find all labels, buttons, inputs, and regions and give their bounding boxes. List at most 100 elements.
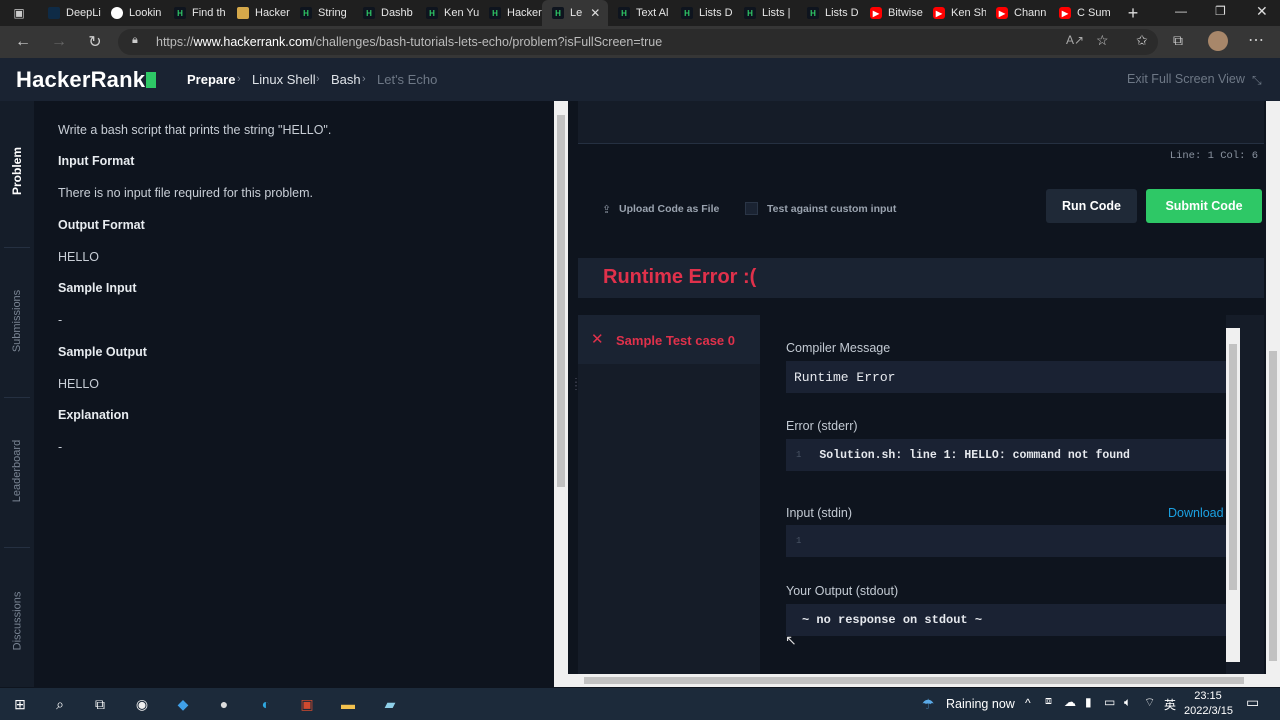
- collections-icon[interactable]: ⧉: [1173, 32, 1183, 49]
- maximize-icon[interactable]: ❐: [1215, 4, 1226, 18]
- tab-label: Bitwise: [888, 7, 923, 19]
- back-icon[interactable]: ←: [5, 26, 41, 58]
- tab-list: DeepLi Lookin H Find th Hacker H String H Dashb H…: [38, 0, 1118, 26]
- rail-tab-leaderboard[interactable]: Leaderboard: [0, 440, 34, 502]
- hackerrank-logo[interactable]: HackerRank: [16, 67, 157, 93]
- scrollbar-thumb[interactable]: [1229, 344, 1237, 590]
- wifi-icon[interactable]: ⌔: [1144, 695, 1155, 710]
- collapse-icon[interactable]: ⤡: [1252, 73, 1262, 88]
- horizontal-scrollbar[interactable]: [568, 674, 1266, 687]
- upload-code-link[interactable]: Upload Code as File: [619, 203, 719, 215]
- browser-tab[interactable]: H Lists D: [671, 0, 734, 26]
- tab-label: Find th: [192, 7, 226, 19]
- tab-label: C Sum: [1077, 7, 1111, 19]
- problem-statement: Write a bash script that prints the stri…: [58, 123, 332, 137]
- tab-label: Lookin: [129, 7, 162, 19]
- code-editor[interactable]: [578, 101, 1264, 143]
- browser-tab[interactable]: H Ken Yu: [416, 0, 479, 26]
- submit-code-button[interactable]: Submit Code: [1146, 189, 1262, 223]
- clock-time[interactable]: 23:15: [1194, 690, 1222, 702]
- problem-scrollbar[interactable]: [554, 101, 568, 687]
- notepad-icon[interactable]: ▰: [380, 694, 400, 714]
- breadcrumb-bash[interactable]: Bash: [331, 72, 361, 87]
- app-icon[interactable]: ◆: [173, 694, 193, 714]
- scrollbar-thumb[interactable]: [584, 677, 1244, 684]
- forward-icon[interactable]: →: [41, 26, 77, 58]
- browser-tab[interactable]: H Find th: [164, 0, 227, 26]
- browser-tab[interactable]: ▶ C Sum: [1049, 0, 1112, 26]
- microphone-icon[interactable]: ▮: [1085, 695, 1092, 709]
- logo-mark: [146, 72, 157, 88]
- windows-start-icon[interactable]: ⊞: [10, 694, 30, 714]
- browser-tab[interactable]: H Le ✕: [542, 0, 608, 26]
- office-icon[interactable]: ▣: [297, 694, 317, 714]
- notifications-icon[interactable]: ▭: [1246, 694, 1259, 711]
- upload-icon[interactable]: ⇪: [602, 203, 611, 216]
- minimize-icon[interactable]: —: [1175, 4, 1187, 18]
- browser-tab[interactable]: Hacker: [227, 0, 290, 26]
- browser-tab[interactable]: Lookin: [101, 0, 164, 26]
- site-header: HackerRank Prepare › Linux Shell › Bash …: [0, 58, 1280, 101]
- search-icon[interactable]: ⌕: [50, 694, 70, 714]
- browser-tab[interactable]: ▶ Ken Sh: [923, 0, 986, 26]
- close-window-icon[interactable]: ✕: [1256, 3, 1268, 20]
- microsoft-icon: [111, 7, 123, 19]
- browser-tab[interactable]: ▶ Bitwise: [860, 0, 923, 26]
- browser-tab[interactable]: H Text Al: [608, 0, 671, 26]
- app-icon[interactable]: ●: [214, 694, 234, 714]
- testcase-tab-active[interactable]: ✕ Sample Test case 0: [578, 315, 760, 364]
- close-tab-icon[interactable]: ✕: [590, 6, 600, 20]
- browser-tab[interactable]: H Lists D: [797, 0, 860, 26]
- browser-tab[interactable]: H Hacker: [479, 0, 542, 26]
- browser-tab-strip: ▣ DeepLi Lookin H Find th Hacker H String H Dash…: [0, 0, 1280, 26]
- breadcrumb-linux-shell[interactable]: Linux Shell: [252, 72, 316, 87]
- alien-app-icon[interactable]: ◉: [132, 694, 152, 714]
- volume-icon[interactable]: 🔈︎: [1124, 695, 1131, 710]
- browser-tab[interactable]: ▶ Chann: [986, 0, 1049, 26]
- rail-label: Submissions: [11, 289, 24, 353]
- battery-icon[interactable]: ▭: [1104, 695, 1115, 709]
- edge-browser-icon[interactable]: ◐: [256, 694, 276, 714]
- refresh-icon[interactable]: ↻: [77, 26, 113, 58]
- tray-app-icon[interactable]: ⧈: [1045, 695, 1052, 708]
- new-tab-button[interactable]: +: [1118, 3, 1148, 24]
- tray-chevron-icon[interactable]: ^: [1025, 696, 1031, 710]
- run-code-button[interactable]: Run Code: [1046, 189, 1137, 223]
- task-view-icon[interactable]: ⧉: [90, 694, 110, 714]
- ime-indicator[interactable]: 英: [1164, 696, 1176, 713]
- file-explorer-icon[interactable]: ▬: [338, 694, 358, 714]
- weather-text[interactable]: Raining now: [946, 697, 1015, 711]
- sample-input-heading: Sample Input: [58, 281, 137, 295]
- rail-tab-discussions[interactable]: Discussions: [0, 591, 34, 651]
- read-aloud-icon[interactable]: A↗: [1066, 33, 1084, 47]
- add-favorite-icon[interactable]: ☆: [1096, 32, 1109, 49]
- browser-tab[interactable]: H Dashb: [353, 0, 416, 26]
- stderr-text: Solution.sh: line 1: HELLO: command not …: [819, 448, 1130, 462]
- editor-scrollbar[interactable]: [1266, 101, 1280, 687]
- cursor-position: Line: 1 Col: 6: [1169, 150, 1258, 162]
- onedrive-icon[interactable]: ☁: [1064, 695, 1076, 709]
- download-link[interactable]: Download: [1168, 506, 1224, 520]
- compiler-message-label: Compiler Message: [786, 341, 891, 355]
- url-field[interactable]: 🔒︎ https://www.hackerrank.com/challenges…: [118, 29, 1158, 55]
- breadcrumb-prepare[interactable]: Prepare: [187, 72, 235, 87]
- browser-tab[interactable]: H Lists |: [734, 0, 797, 26]
- browser-tab[interactable]: DeepLi: [38, 0, 101, 26]
- exit-fullscreen-link[interactable]: Exit Full Screen View: [1127, 72, 1245, 86]
- custom-input-checkbox[interactable]: [745, 202, 758, 215]
- scrollbar-thumb[interactable]: [557, 115, 565, 487]
- favorites-icon[interactable]: ✩: [1136, 32, 1148, 49]
- rail-tab-submissions[interactable]: Submissions: [0, 289, 34, 353]
- more-menu-icon[interactable]: ⋯: [1248, 30, 1264, 50]
- details-scrollbar[interactable]: [1226, 328, 1240, 662]
- browser-tab[interactable]: H String: [290, 0, 353, 26]
- rail-tab-problem[interactable]: Problem: [0, 141, 34, 201]
- panel-splitter[interactable]: ⋮ ⋮: [568, 101, 581, 687]
- clock-date[interactable]: 2022/3/15: [1184, 705, 1233, 717]
- profile-avatar[interactable]: [1208, 31, 1228, 51]
- tab-actions-icon[interactable]: ▣: [0, 0, 38, 26]
- breadcrumb-current: Let's Echo: [377, 72, 438, 87]
- scrollbar-thumb[interactable]: [1269, 351, 1277, 661]
- youtube-icon: ▶: [870, 7, 882, 19]
- stdin-label: Input (stdin): [786, 506, 853, 520]
